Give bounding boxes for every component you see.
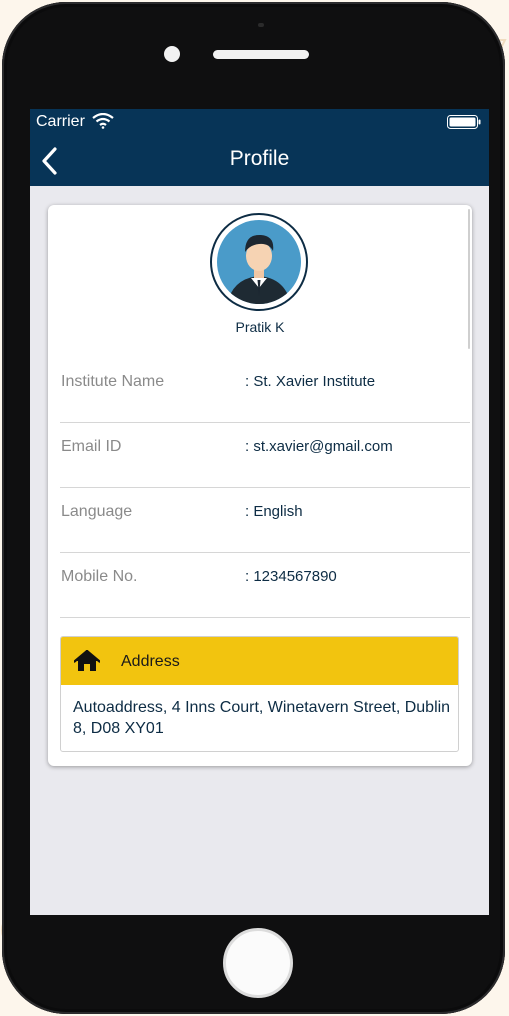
app-screen: Carrier Profile Pratik K Institute Name …: [30, 109, 489, 915]
home-button[interactable]: [223, 928, 293, 998]
info-value: : St. Xavier Institute: [245, 373, 376, 390]
info-row-language: Language : English: [60, 488, 470, 553]
address-title: Address: [121, 653, 180, 670]
info-label: Email ID: [61, 438, 122, 455]
user-name: Pratik K: [235, 319, 285, 335]
info-value: : English: [245, 503, 303, 520]
info-row-email: Email ID : st.xavier@gmail.com: [60, 423, 470, 488]
battery-icon: [447, 115, 481, 129]
info-label: Mobile No.: [61, 568, 138, 585]
front-camera: [164, 46, 180, 62]
wifi-icon: [92, 113, 114, 129]
info-value: : 1234567890: [245, 568, 337, 585]
page-title: Profile: [229, 147, 290, 170]
info-row-institute: Institute Name : St. Xavier Institute: [60, 358, 470, 423]
address-section: Address Autoaddress, 4 Inns Court, Winet…: [60, 636, 459, 752]
navigation-bar: Carrier Profile: [30, 109, 489, 186]
home-icon: [74, 650, 100, 671]
info-label: Institute Name: [61, 373, 165, 390]
address-text: Autoaddress, 4 Inns Court, Winetavern St…: [73, 699, 451, 737]
earpiece-speaker: [213, 50, 309, 59]
profile-card: Pratik K Institute Name : St. Xavier Ins…: [48, 205, 472, 766]
info-label: Language: [61, 503, 133, 520]
phone-frame: Carrier Profile Pratik K Institute Name …: [2, 2, 505, 1014]
info-value: : st.xavier@gmail.com: [245, 438, 393, 455]
user-avatar-icon: [210, 213, 308, 311]
address-header: Address: [61, 637, 458, 685]
phone-sensor: [258, 23, 264, 27]
status-carrier: Carrier: [36, 113, 85, 130]
info-row-mobile: Mobile No. : 1234567890: [60, 553, 470, 618]
